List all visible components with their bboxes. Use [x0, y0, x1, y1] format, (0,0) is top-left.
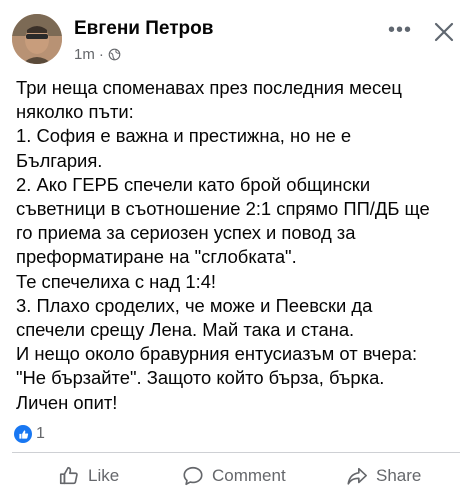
reaction-count: 1 — [36, 425, 45, 442]
post-body-line: И нещо около бравурния ентусиазъм от вче… — [16, 343, 418, 365]
post-time[interactable]: 1m — [74, 46, 95, 63]
share-label: Share — [376, 466, 422, 485]
thumbs-up-icon — [59, 466, 78, 485]
post-body-line: Личен опит! — [16, 391, 118, 413]
like-label: Like — [88, 466, 120, 485]
share-icon — [347, 467, 367, 485]
post-body-line: България. — [16, 149, 103, 171]
post-body-line: Те спечелиха с над 1:4! — [16, 270, 217, 292]
post-body-line: 3. Плахо сроделих, че може и Пеевски да — [16, 294, 373, 316]
divider — [12, 452, 460, 453]
like-reaction-icon — [14, 425, 32, 443]
avatar-image — [12, 14, 62, 64]
post-body-line: 1. София е важна и престижна, но не е — [16, 125, 352, 147]
author-name[interactable]: Евгени Петров — [74, 18, 213, 40]
facebook-post: Евгени Петров 1m · ••• Три неща споменав… — [0, 0, 472, 496]
post-body-line: спечели срещу Лена. Май така и стана. — [16, 319, 355, 341]
comment-icon — [183, 466, 203, 486]
post-meta: 1m · — [74, 46, 121, 63]
reactions-summary[interactable]: 1 — [14, 425, 45, 443]
comment-button[interactable]: Comment — [182, 458, 286, 494]
close-button[interactable] — [428, 16, 460, 48]
close-icon — [434, 22, 454, 42]
post-body-line: Три неща споменавах през последния месец — [16, 77, 402, 98]
globe-icon — [108, 48, 121, 61]
like-button[interactable]: Like — [58, 458, 119, 494]
share-button[interactable]: Share — [346, 458, 421, 494]
meta-separator: · — [98, 46, 104, 63]
avatar[interactable] — [12, 14, 62, 64]
post-body-line: 2. Ако ГЕРБ спечели като брой общински — [16, 173, 371, 195]
action-bar: Like Comment Share — [0, 458, 472, 494]
post-header: Евгени Петров 1m · ••• — [0, 0, 472, 72]
post-body-line: "Не бързайте". Защото който бърза, бърка… — [16, 367, 385, 389]
post-body-line: съветници в съотношение 2:1 спрямо ПП/ДБ… — [16, 198, 430, 220]
post-body: Три неща споменавах през последния месец… — [16, 76, 460, 415]
comment-label: Comment — [212, 466, 286, 485]
post-body-line: няколко пъти: — [16, 101, 134, 123]
more-options-button[interactable]: ••• — [386, 18, 414, 42]
post-body-line: преформатиране на "сглобката". — [16, 246, 297, 268]
post-body-line: го приема за сериозен успех и повод за — [16, 222, 356, 244]
